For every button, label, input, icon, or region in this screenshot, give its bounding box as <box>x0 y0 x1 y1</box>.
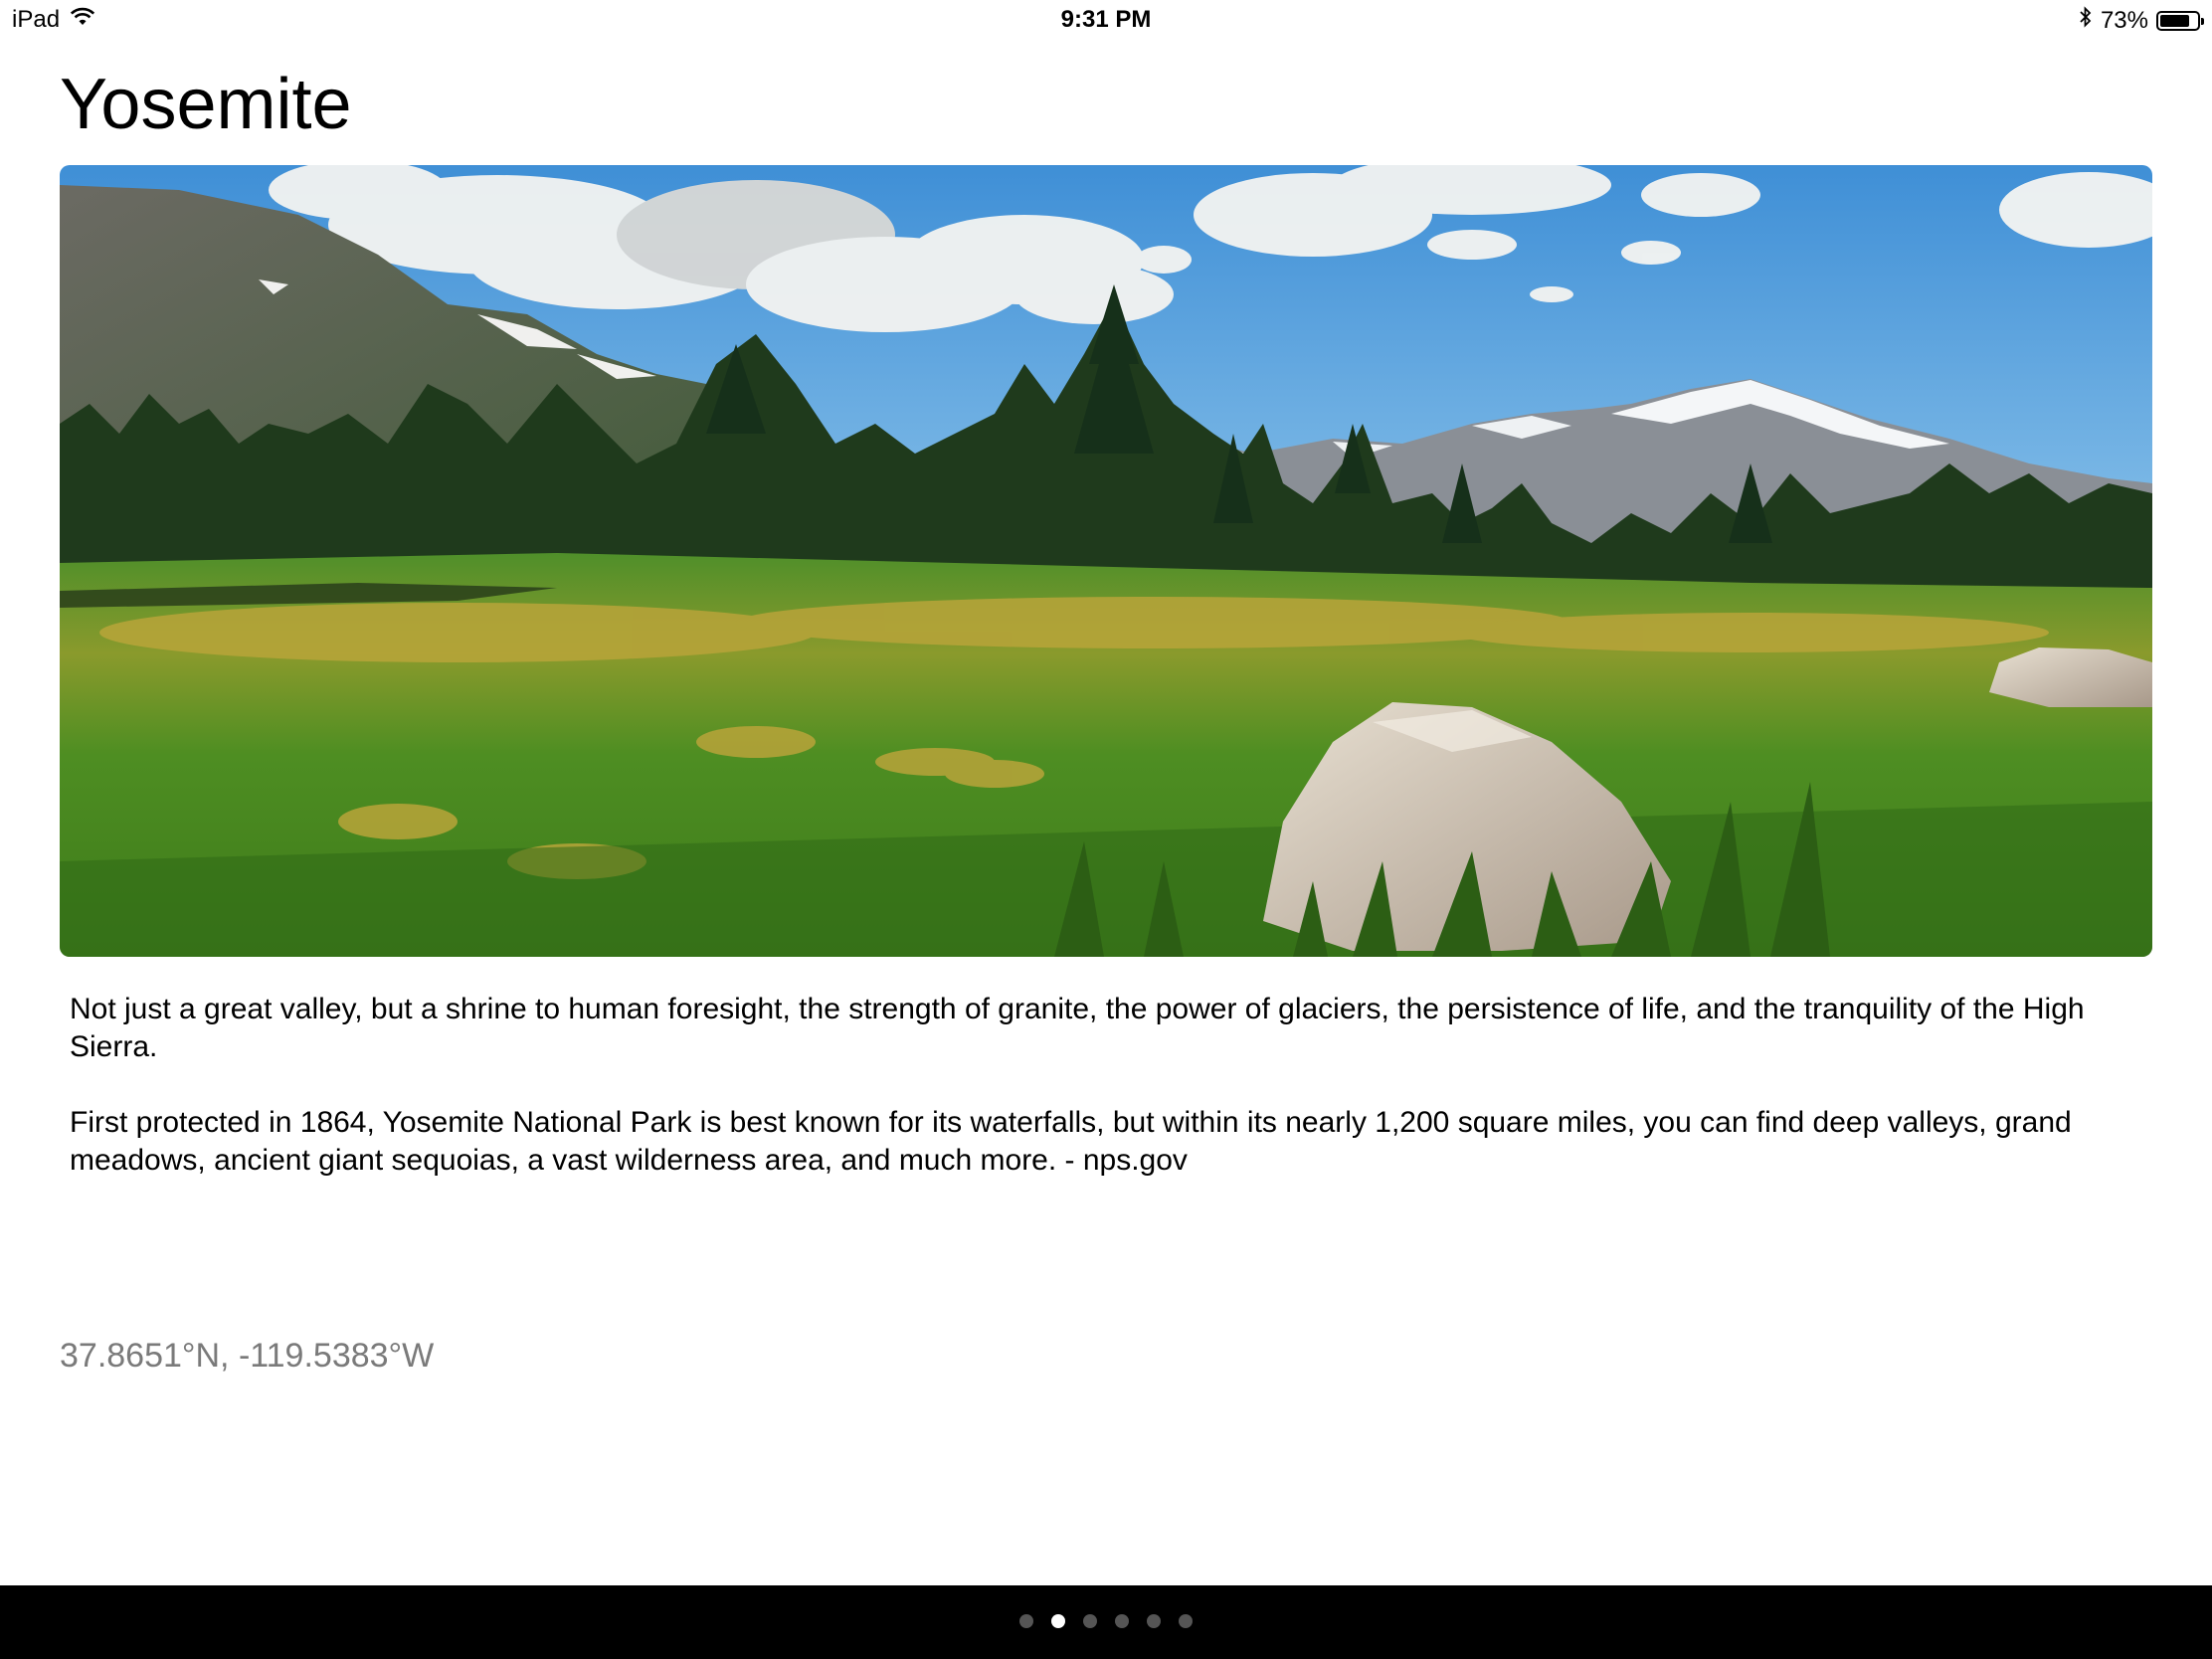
page-control-bar <box>0 1585 2212 1659</box>
page-dot-5[interactable] <box>1147 1614 1161 1628</box>
battery-percent: 73% <box>2100 6 2148 34</box>
page-control[interactable] <box>1019 1614 1193 1628</box>
screen: iPad 9:31 PM 73% Yosemite Not just a gre… <box>0 0 2212 1659</box>
landscape-illustration <box>60 165 2152 957</box>
page-dot-1[interactable] <box>1019 1614 1033 1628</box>
battery-icon <box>2156 10 2204 31</box>
description-paragraph-1: Not just a great valley, but a shrine to… <box>70 993 2085 1063</box>
page-dot-3[interactable] <box>1083 1614 1097 1628</box>
status-time: 9:31 PM <box>1060 6 1152 33</box>
page-dot-4[interactable] <box>1115 1614 1129 1628</box>
park-hero-image <box>60 165 2152 957</box>
page-title: Yosemite <box>60 65 352 144</box>
bluetooth-icon <box>2079 6 2093 35</box>
status-bar: iPad 9:31 PM 73% <box>0 0 2212 40</box>
park-description: Not just a great valley, but a shrine to… <box>70 991 2148 1217</box>
park-coordinates: 37.8651°N, -119.5383°W <box>60 1337 435 1375</box>
description-paragraph-2: First protected in 1864, Yosemite Nation… <box>70 1106 2072 1177</box>
status-bar-right: 73% <box>2079 6 2204 35</box>
page-dot-6[interactable] <box>1179 1614 1193 1628</box>
page-dot-2[interactable] <box>1051 1614 1065 1628</box>
